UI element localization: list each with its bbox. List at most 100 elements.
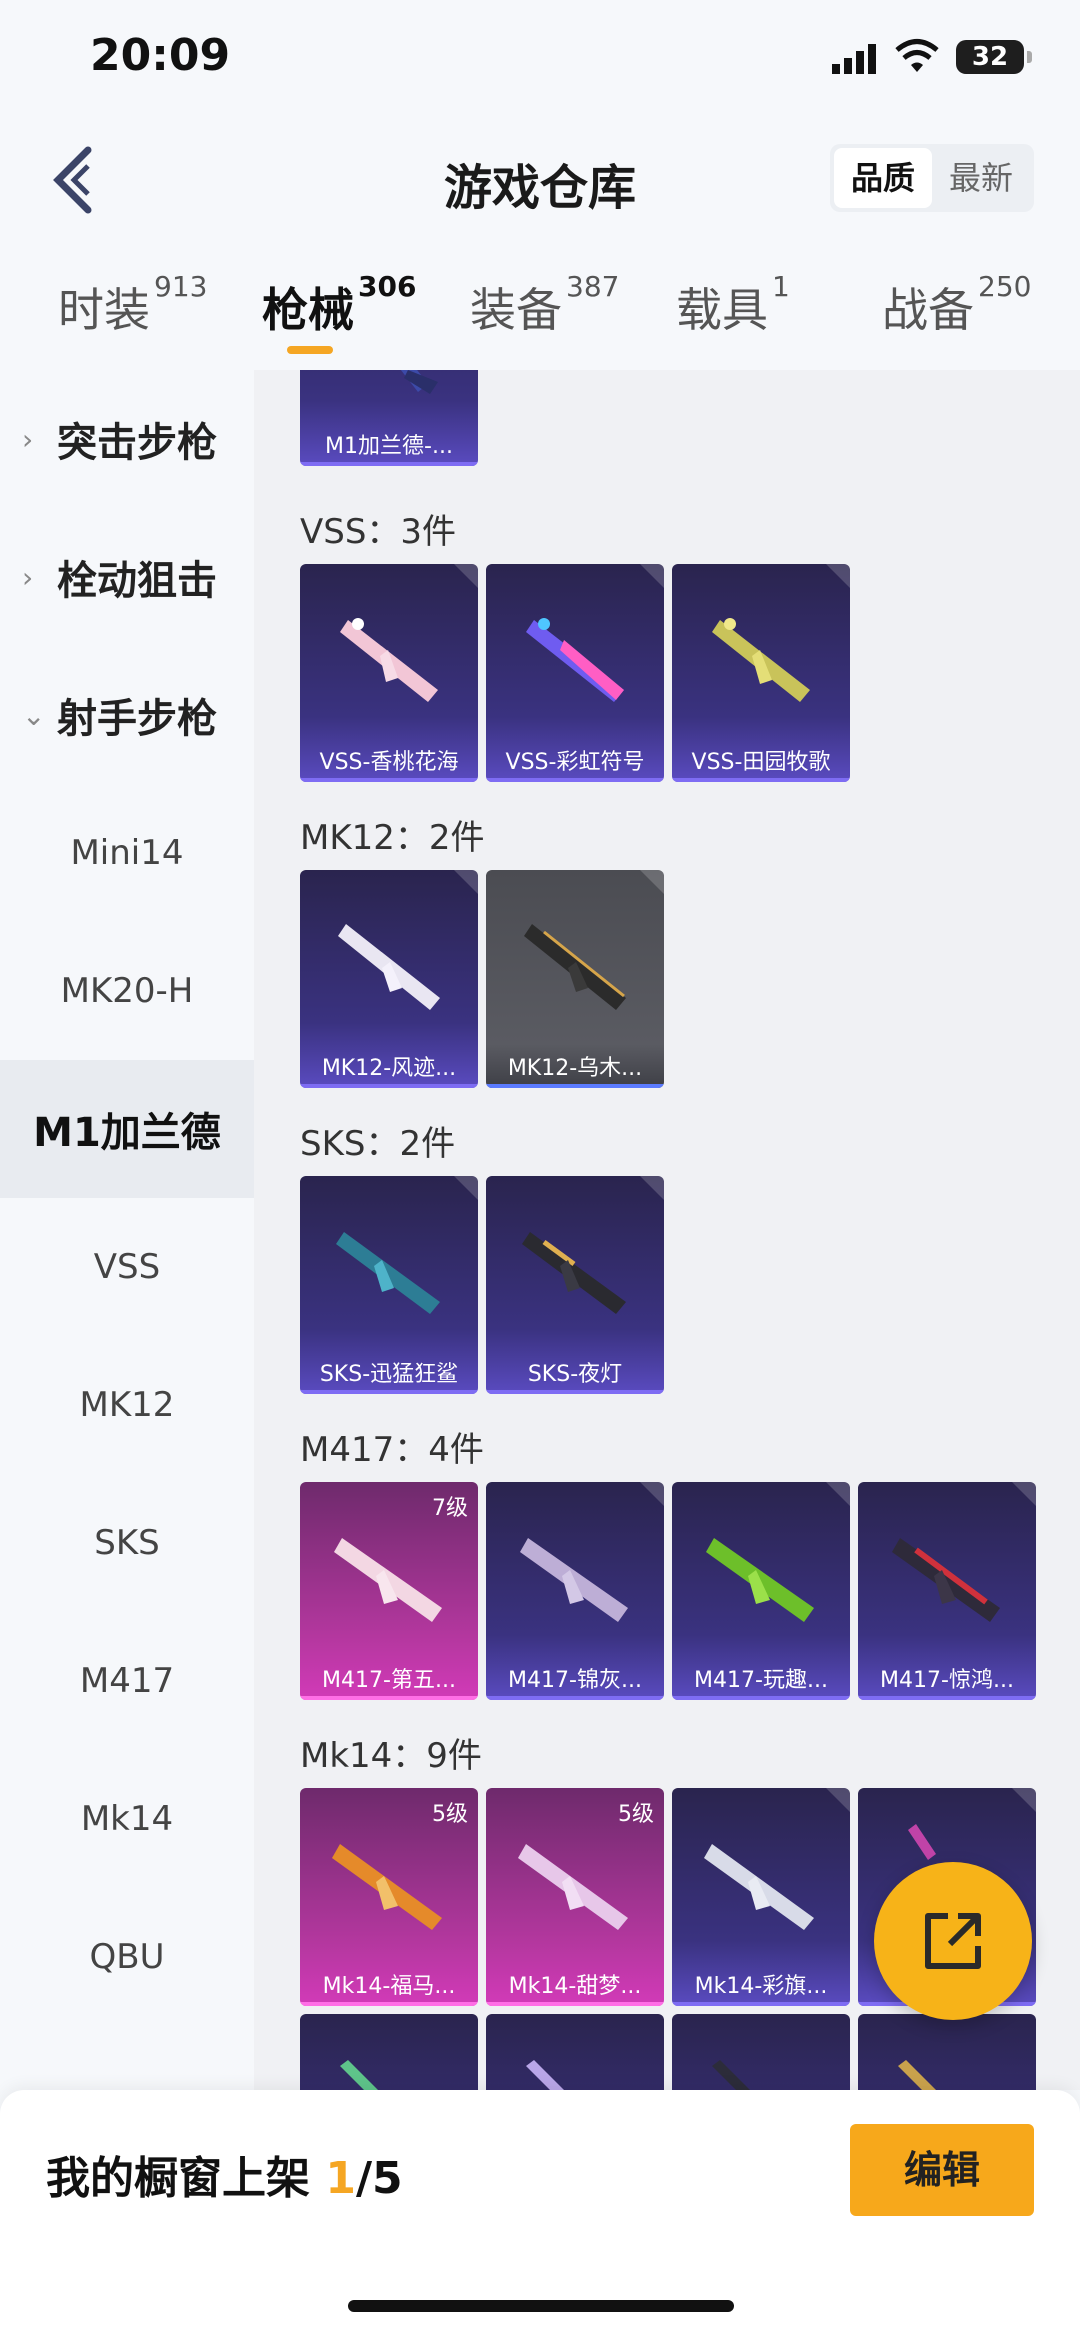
card-corner	[640, 870, 664, 894]
sidebar-item-mini14[interactable]: Mini14	[0, 784, 254, 922]
card-corner	[826, 564, 850, 588]
weapon-card[interactable]: MK12-风迹...	[300, 870, 478, 1088]
gun-image-icon	[338, 924, 440, 1010]
card-quality-stripe	[486, 1084, 664, 1088]
card-quality-stripe	[300, 462, 478, 466]
showcase-label: 我的橱窗上架	[46, 2153, 310, 2204]
weapon-card[interactable]: M417-玩趣...	[672, 1482, 850, 1700]
tab-equipment[interactable]: 装备 387	[470, 270, 619, 340]
card-corner	[826, 1482, 850, 1506]
sidebar-category-bolt-sniper[interactable]: › 栓动狙击	[0, 508, 254, 646]
weapon-card[interactable]	[672, 2014, 850, 2090]
weapon-card[interactable]: M1加兰德-...	[300, 370, 478, 466]
tab-guns[interactable]: 枪械 306	[262, 270, 416, 340]
sidebar-item-qbu[interactable]: QBU	[0, 1888, 254, 2026]
card-quality-stripe	[300, 1084, 478, 1088]
weapon-category-sidebar: › 突击步枪 › 栓动狙击 ⌄ 射手步枪 Mini14 MK20-H M1加兰德…	[0, 370, 254, 2090]
weapon-card[interactable]: M417-惊鸿...	[858, 1482, 1036, 1700]
card-quality-stripe	[672, 1696, 850, 1700]
sidebar-category-label: 突击步枪	[57, 420, 217, 466]
weapon-card[interactable]	[486, 2014, 664, 2090]
share-button[interactable]	[874, 1862, 1032, 2020]
gun-image-icon	[518, 1844, 628, 1930]
sidebar-category-label: 射手步枪	[57, 696, 217, 742]
weapon-card[interactable]: VSS-香桃花海	[300, 564, 478, 782]
gun-image-icon	[526, 618, 624, 702]
sidebar-item-mk12[interactable]: MK12	[0, 1336, 254, 1474]
card-quality-stripe	[300, 1696, 478, 1700]
weapon-card[interactable]: 5级 Mk14-福马...	[300, 1788, 478, 2006]
edit-button[interactable]: 编辑	[850, 2124, 1034, 2216]
chevron-down-icon: ⌄	[22, 698, 46, 732]
card-corner	[640, 1482, 664, 1506]
gun-image-icon	[712, 2060, 750, 2090]
weapon-card[interactable]	[300, 2014, 478, 2090]
tab-count: 913	[154, 270, 208, 303]
weapon-name: M417-玩趣...	[694, 1668, 828, 1693]
gun-image-icon	[332, 1844, 442, 1930]
card-quality-stripe	[486, 1696, 664, 1700]
tab-label: 枪械	[262, 283, 354, 337]
weapon-name: VSS-香桃花海	[319, 750, 459, 775]
weapon-card[interactable]	[858, 2014, 1036, 2090]
sidebar-item-sks[interactable]: SKS	[0, 1474, 254, 1612]
gun-image-icon	[524, 924, 626, 1010]
weapon-card[interactable]: MK12-乌木...	[486, 870, 664, 1088]
gun-image-icon	[706, 1538, 814, 1622]
gun-image-icon	[898, 2060, 936, 2090]
tab-count: 250	[978, 270, 1032, 303]
weapon-card[interactable]: SKS-迅猛狂鲨	[300, 1176, 478, 1394]
weapon-card[interactable]: SKS-夜灯	[486, 1176, 664, 1394]
gun-image-icon	[704, 1844, 814, 1930]
sidebar-item-vss[interactable]: VSS	[0, 1198, 254, 1336]
weapon-card[interactable]: 7级 M417-第五...	[300, 1482, 478, 1700]
weapon-card[interactable]: Mk14-彩旗...	[672, 1788, 850, 2006]
sidebar-item-m1-garand[interactable]: M1加兰德	[0, 1060, 254, 1198]
weapon-card[interactable]: VSS-彩虹符号	[486, 564, 664, 782]
sidebar-item-mk20h[interactable]: MK20-H	[0, 922, 254, 1060]
tab-supplies[interactable]: 战备 250	[882, 270, 1031, 340]
card-corner	[826, 1788, 850, 1812]
tab-fashion[interactable]: 时装 913	[58, 270, 207, 340]
weapon-card[interactable]: 5级 Mk14-甜梦...	[486, 1788, 664, 2006]
tab-label: 装备	[470, 283, 562, 337]
section-title-sks: SKS：2件	[300, 1124, 456, 1164]
card-corner	[1012, 1482, 1036, 1506]
sort-option-newest[interactable]: 最新	[932, 148, 1030, 208]
weapon-card[interactable]: M417-锦灰...	[486, 1482, 664, 1700]
sidebar-item-m417[interactable]: M417	[0, 1612, 254, 1750]
sort-option-quality[interactable]: 品质	[834, 148, 932, 208]
card-quality-stripe	[858, 1696, 1036, 1700]
weapon-name: Mk14-彩旗...	[694, 1974, 828, 1999]
app-header: 游戏仓库 品质 最新	[0, 120, 1080, 240]
card-corner	[1012, 1788, 1036, 1812]
tab-label: 战备	[882, 283, 974, 337]
category-tabs: 时装 913 枪械 306 装备 387 载具 1 战备 250	[0, 260, 1080, 370]
weapon-name: SKS-夜灯	[527, 1362, 623, 1387]
sidebar-item-mk14[interactable]: Mk14	[0, 1750, 254, 1888]
section-title-mk12: MK12：2件	[300, 818, 485, 858]
card-quality-stripe	[486, 1390, 664, 1394]
tab-vehicles[interactable]: 载具 1	[676, 270, 790, 340]
card-quality-stripe	[486, 2002, 664, 2006]
sort-toggle[interactable]: 品质 最新	[830, 144, 1034, 212]
share-external-icon	[925, 1913, 981, 1969]
sidebar-category-assault-rifle[interactable]: › 突击步枪	[0, 370, 254, 508]
card-quality-stripe	[672, 2002, 850, 2006]
showcase-total: /5	[355, 2153, 403, 2204]
weapon-grid: M1加兰德-... VSS：3件 VSS-香桃花海 VSS-彩虹符号 VSS-田…	[254, 370, 1080, 2090]
status-bar: 20:09 32	[0, 0, 1080, 120]
weapon-name: MK12-乌木...	[507, 1056, 643, 1081]
weapon-card[interactable]: VSS-田园牧歌	[672, 564, 850, 782]
status-time: 20:09	[90, 30, 231, 81]
sidebar-category-marksman-rifle[interactable]: ⌄ 射手步枪	[0, 646, 254, 784]
card-quality-stripe	[672, 778, 850, 782]
card-quality-stripe	[300, 2002, 478, 2006]
showcase-shelf-status: 我的橱窗上架 1/5	[46, 2142, 403, 2206]
tab-count: 1	[772, 270, 790, 303]
chevron-right-icon: ›	[22, 560, 34, 594]
gun-image-icon	[712, 618, 810, 702]
tab-count: 387	[566, 270, 620, 303]
gun-image-icon	[336, 1232, 440, 1314]
weapon-name: M417-惊鸿...	[880, 1668, 1014, 1693]
